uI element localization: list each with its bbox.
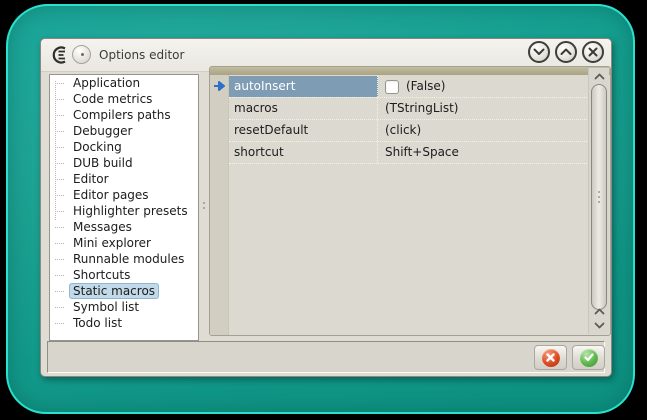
footer-bar (47, 341, 605, 373)
window-menu-button[interactable] (72, 45, 91, 64)
sidebar-item-editor[interactable]: Editor (50, 171, 198, 187)
window-title: Options editor (99, 48, 184, 62)
sidebar-item-compilers-paths[interactable]: Compilers paths (50, 107, 198, 123)
grid-header-strip (210, 67, 610, 75)
property-row-shortcut[interactable]: shortcut Shift+Space (229, 142, 587, 164)
chevron-up-icon (594, 73, 605, 80)
sidebar-item-dub-build[interactable]: DUB build (50, 155, 198, 171)
app-logo-icon (50, 44, 70, 66)
chevron-down-icon (594, 322, 605, 329)
selected-row-arrow-icon (213, 80, 226, 92)
property-grid: autoInsert (False) macros (TStringList) … (209, 66, 611, 336)
sidebar-item-messages[interactable]: Messages (50, 219, 198, 235)
sidebar-item-highlighter-presets[interactable]: Highlighter presets (50, 203, 198, 219)
sidebar-item-debugger[interactable]: Debugger (50, 123, 198, 139)
sidebar-item-symbol-list[interactable]: Symbol list (50, 299, 198, 315)
scrollbar-thumb[interactable] (591, 84, 607, 310)
chevron-up-icon (560, 48, 572, 56)
ok-icon (580, 349, 598, 367)
scroll-up-button-bottom[interactable] (589, 305, 610, 318)
chevron-up-icon (594, 308, 605, 315)
sidebar-item-todo-list[interactable]: Todo list (50, 315, 198, 331)
chevron-down-icon (533, 48, 545, 56)
property-row-resetdefault[interactable]: resetDefault (click) (229, 120, 587, 142)
property-row-macros[interactable]: macros (TStringList) (229, 98, 587, 120)
ok-button[interactable] (572, 345, 605, 370)
property-value-text: (False) (406, 76, 446, 97)
sidebar-item-application[interactable]: Application (50, 75, 198, 91)
sidebar-item-code-metrics[interactable]: Code metrics (50, 91, 198, 107)
sidebar-item-docking[interactable]: Docking (50, 139, 198, 155)
scroll-down-button[interactable] (589, 319, 610, 332)
sidebar-item-shortcuts[interactable]: Shortcuts (50, 267, 198, 283)
property-name: autoInsert (229, 76, 378, 97)
grid-gutter (210, 75, 229, 335)
property-name: shortcut (229, 142, 378, 163)
sidebar-item-runnable-modules[interactable]: Runnable modules (50, 251, 198, 267)
property-name: macros (229, 98, 378, 119)
cancel-button[interactable] (534, 345, 567, 370)
options-editor-window: Options editor Application Code met (40, 38, 612, 377)
property-name: resetDefault (229, 120, 378, 141)
desktop-background: Options editor Application Code met (0, 0, 647, 420)
close-icon (588, 47, 598, 57)
autoinsert-checkbox[interactable] (385, 80, 399, 94)
sidebar-item-editor-pages[interactable]: Editor pages (50, 187, 198, 203)
sidebar-item-static-macros[interactable]: Static macros (50, 283, 198, 299)
shade-button[interactable] (528, 41, 550, 63)
property-value: (TStringList) (378, 98, 587, 119)
property-value: (click) (378, 120, 587, 141)
cancel-icon (542, 349, 560, 367)
property-row-autoinsert[interactable]: autoInsert (False) (229, 76, 587, 98)
panel-splitter[interactable] (200, 74, 208, 341)
category-list: Application Code metrics Compilers paths… (49, 74, 199, 341)
close-button[interactable] (582, 41, 604, 63)
grid-vertical-scrollbar[interactable] (588, 68, 609, 334)
unshade-button[interactable] (555, 41, 577, 63)
property-value: (False) (378, 76, 587, 97)
property-value: Shift+Space (378, 142, 587, 163)
scroll-up-button[interactable] (589, 70, 610, 83)
sidebar-item-mini-explorer[interactable]: Mini explorer (50, 235, 198, 251)
